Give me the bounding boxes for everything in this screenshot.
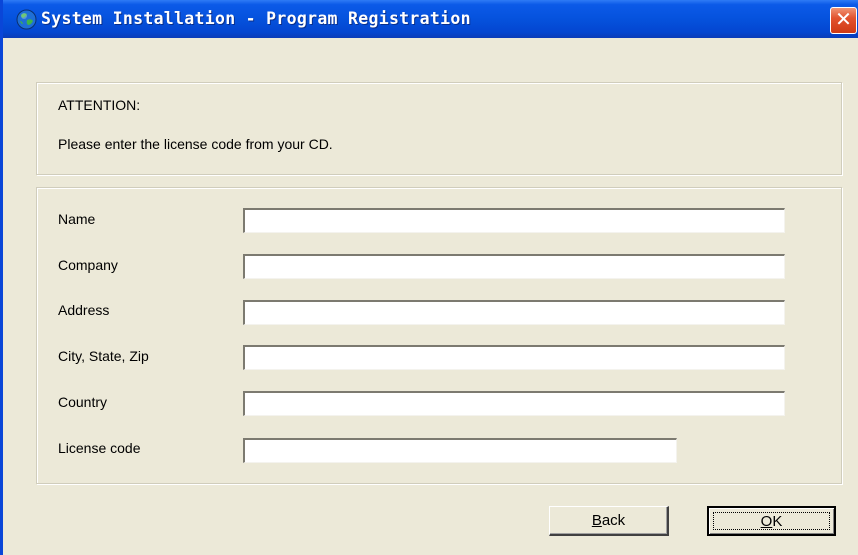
company-label: Company: [58, 257, 118, 273]
city-state-zip-field[interactable]: [243, 345, 785, 370]
attention-groupbox: [36, 82, 842, 175]
country-field[interactable]: [243, 391, 785, 416]
registration-dialog: System Installation - Program Registrati…: [0, 0, 858, 555]
license-code-label: License code: [58, 440, 141, 456]
window-title: System Installation - Program Registrati…: [41, 9, 471, 28]
attention-heading: ATTENTION:: [58, 97, 141, 113]
back-button[interactable]: Back: [549, 506, 669, 536]
name-field[interactable]: [243, 208, 785, 233]
company-field[interactable]: [243, 254, 785, 279]
close-button[interactable]: ✕: [830, 7, 857, 34]
title-bar[interactable]: System Installation - Program Registrati…: [3, 0, 858, 38]
license-code-field[interactable]: [243, 438, 677, 463]
close-icon: ✕: [835, 9, 852, 31]
focus-rectangle: [713, 512, 830, 530]
back-accelerator: B: [591, 512, 602, 529]
country-label: Country: [58, 394, 108, 410]
address-label: Address: [58, 302, 110, 318]
ok-button[interactable]: OK: [707, 506, 836, 536]
name-label: Name: [58, 211, 96, 227]
globe-icon: [16, 9, 37, 30]
address-field[interactable]: [243, 300, 785, 325]
attention-message: Please enter the license code from your …: [58, 136, 333, 152]
city-state-zip-label: City, State, Zip: [58, 348, 149, 364]
back-label-rest: ack: [601, 512, 626, 529]
